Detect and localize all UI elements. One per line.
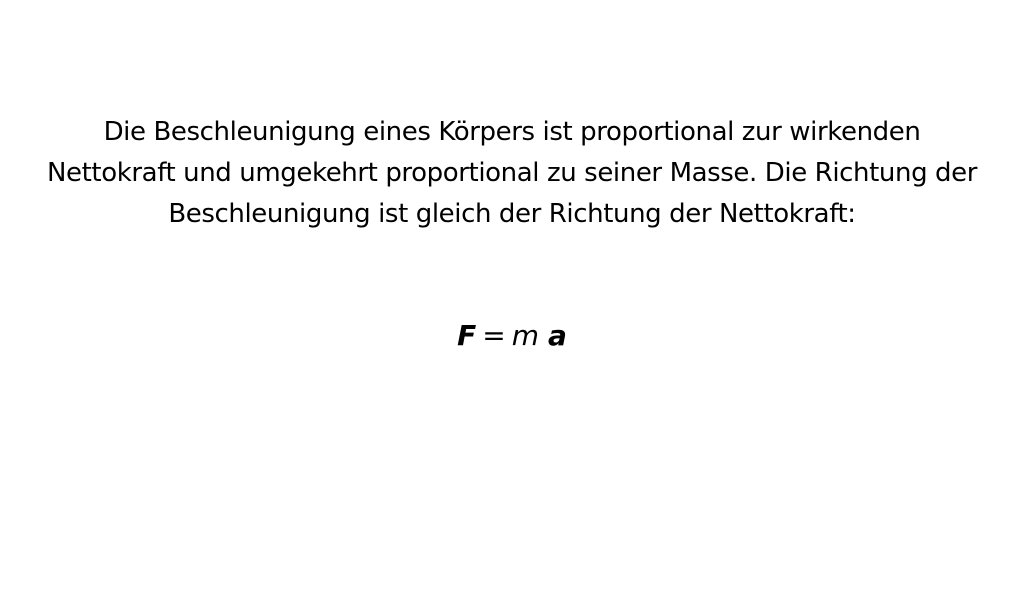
formula-acceleration: a [547,319,567,352]
slide: Die Beschleunigung eines Körpers ist pro… [0,0,1024,598]
formula-mass: m [511,319,540,352]
law-statement: Die Beschleunigung eines Körpers ist pro… [46,117,978,229]
formula: F = m a [0,315,1024,357]
formula-equals: = [482,319,506,352]
formula-force: F [457,319,477,352]
